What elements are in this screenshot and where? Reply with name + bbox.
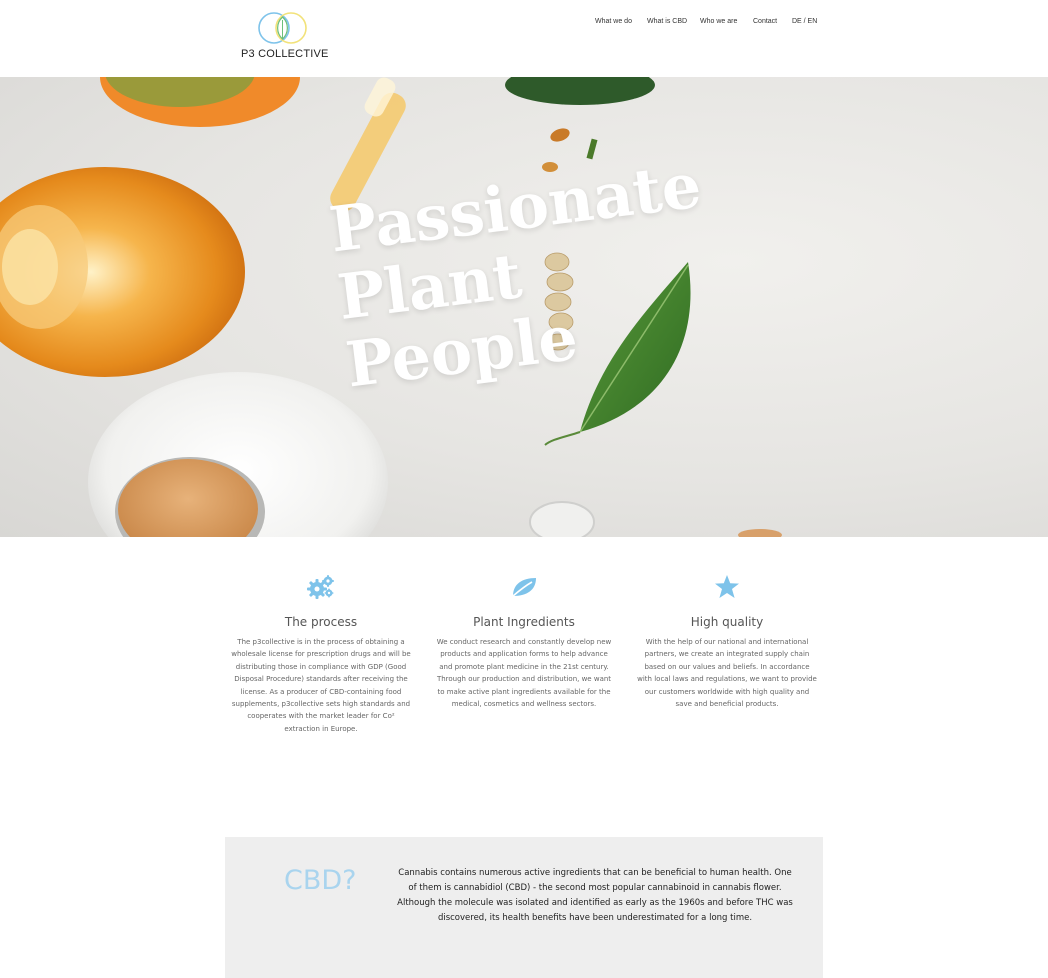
nav-what-is-cbd[interactable]: What is CBD — [647, 18, 687, 25]
nav-what-we-do[interactable]: What we do — [595, 18, 632, 25]
site-header: P3 COLLECTIVE What we do What is CBD Who… — [0, 0, 1048, 77]
feature-text: We conduct research and constantly devel… — [436, 638, 612, 709]
hero-banner: Passionate Plant People — [0, 77, 1048, 537]
feature-title: Plant Ingredients — [473, 615, 575, 629]
feature-text: The p3collective is in the process of ob… — [231, 638, 411, 733]
cbd-heading: CBD? — [284, 865, 357, 896]
cbd-text: Cannabis contains numerous active ingred… — [397, 868, 793, 923]
main-nav: What we do What is CBD Who we are Contac… — [0, 18, 1048, 30]
feature-plant-ingredients: Plant Ingredients We conduct research an… — [434, 573, 614, 710]
leaf-icon — [434, 573, 614, 601]
feature-high-quality: High quality With the help of our nation… — [637, 573, 817, 710]
language-switch[interactable]: DE / EN — [792, 18, 817, 25]
cbd-section: CBD? Cannabis contains numerous active i… — [225, 837, 823, 978]
nav-who-we-are[interactable]: Who we are — [700, 18, 737, 25]
feature-process: The process The p3collective is in the p… — [231, 573, 411, 735]
features-section: The process The p3collective is in the p… — [0, 537, 1048, 837]
star-icon — [637, 573, 817, 601]
feature-title: High quality — [690, 615, 764, 629]
logo-text: P3 COLLECTIVE — [241, 48, 329, 60]
nav-contact[interactable]: Contact — [753, 18, 777, 25]
feature-title: The process — [284, 615, 358, 629]
gears-icon — [231, 573, 411, 601]
feature-text: With the help of our national and intern… — [637, 638, 817, 709]
